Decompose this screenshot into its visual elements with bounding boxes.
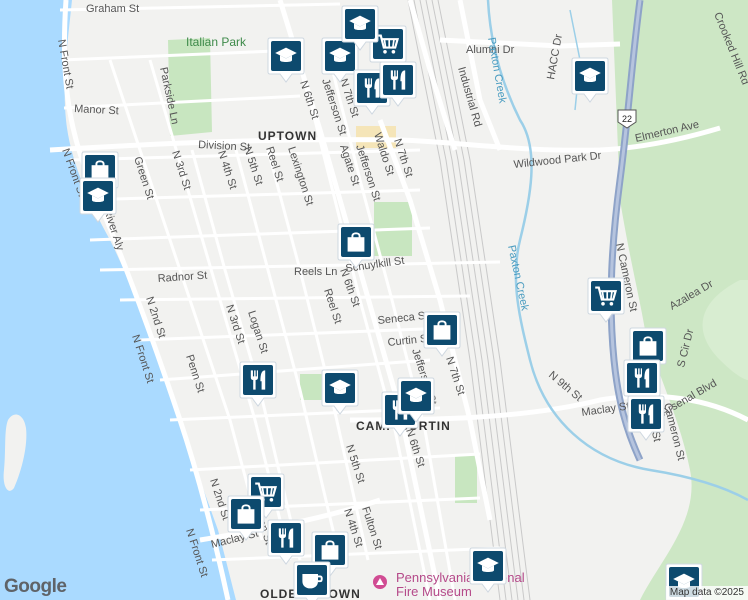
pin-badge — [631, 399, 661, 429]
pin-badge — [627, 363, 657, 393]
poi-pin-cafe[interactable] — [293, 561, 331, 600]
pin-badge — [591, 281, 621, 311]
map-canvas[interactable]: 22 Graham St Italian Park N 6th St Alumn… — [0, 0, 748, 600]
museum-name-line2: Fire Museum — [396, 584, 472, 599]
pin-badge — [383, 65, 413, 95]
google-logo: Google — [4, 576, 67, 597]
reels-ln-label: Reels Ln — [294, 266, 337, 278]
graham-st-label: Graham St — [86, 3, 139, 15]
uptown-label: UPTOWN — [258, 129, 317, 143]
italian-park-label: Italian Park — [186, 35, 247, 49]
manor-st-label: Manor St — [74, 103, 119, 117]
park-strip — [455, 455, 477, 503]
pin-badge — [243, 365, 273, 395]
route-22-label: 22 — [622, 114, 632, 124]
map-attribution[interactable]: Map data ©2025 — [665, 586, 748, 600]
pin-badge — [271, 523, 301, 553]
